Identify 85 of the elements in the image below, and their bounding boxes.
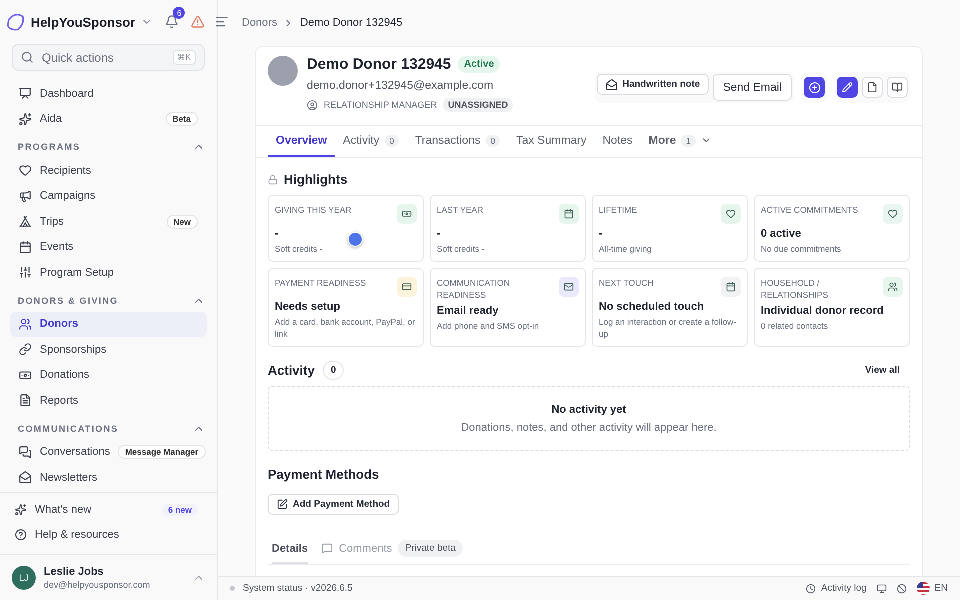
tab[interactable]: Tax Summary	[508, 126, 595, 157]
system-status[interactable]: System status · v2026.6.5	[243, 583, 353, 594]
tab[interactable]: Activity 0	[335, 126, 408, 157]
card-label: GIVING THIS YEAR	[275, 204, 352, 216]
add-payment-method-button[interactable]: Add Payment Method	[268, 494, 400, 515]
handwritten-note-button[interactable]: Handwritten note	[596, 74, 710, 95]
nav-item[interactable]: Donations	[10, 362, 207, 388]
nav-item[interactable]: Dashboard	[10, 81, 207, 106]
card-subtext: Soft credits -	[437, 243, 486, 255]
nav-item[interactable]: Aida Beta	[10, 106, 207, 132]
nav-badge: Beta	[166, 112, 198, 126]
card-value: No scheduled touch	[599, 301, 704, 313]
card-subtext: 0 related contacts	[761, 320, 830, 332]
card-value: 0 active	[761, 228, 802, 240]
card-value: -	[437, 228, 441, 240]
section-title: COMMUNICATIONS	[18, 424, 119, 434]
nav-item[interactable]: Donors	[10, 312, 207, 337]
send-email-button[interactable]: Send Email	[713, 74, 792, 101]
user-name: Leslie Jobs	[44, 566, 105, 578]
card-subtext: All-time giving	[599, 243, 653, 255]
nav-item[interactable]: Recipients	[10, 158, 207, 184]
tab[interactable]: Overview	[268, 126, 336, 157]
card-value: Individual donor record	[761, 305, 884, 317]
manager-value: UNASSIGNED	[443, 98, 514, 112]
card-label: HOUSEHOLD / RELATIONSHIPS	[761, 277, 830, 301]
breadcrumb-current: Demo Donor 132945	[300, 17, 403, 29]
card-value: Needs setup	[275, 301, 340, 313]
nav-item[interactable]: Events	[10, 234, 207, 260]
card-label: NEXT TOUCH	[599, 277, 654, 289]
nav-item[interactable]: Trips New	[10, 209, 207, 234]
tab[interactable]: Comments Private beta	[322, 535, 463, 564]
tab-count: 0	[384, 134, 400, 146]
beta-badge: Private beta	[398, 540, 463, 557]
search-field[interactable]: Quick actions ⌘K	[12, 44, 205, 71]
tab[interactable]: Transactions 0	[407, 126, 508, 157]
tab[interactable]: Details	[272, 535, 308, 564]
card-subtext: Log an interaction or create a follow-up	[599, 316, 738, 340]
section-title: DONORS & GIVING	[18, 296, 119, 306]
brand-name: HelpYouSponsor	[31, 14, 136, 30]
breadcrumb-link[interactable]: Donors	[242, 17, 278, 29]
card-label: ACTIVE COMMITMENTS	[761, 204, 858, 216]
section-title: Activity	[268, 363, 315, 378]
nav-item[interactable]: Conversations Message Manager	[10, 440, 207, 465]
tab-count: 0	[486, 134, 500, 146]
card-label: COMMUNICATION READINESS	[437, 277, 512, 301]
nav-badge: New	[166, 214, 198, 229]
shortcut-key: ⌘K	[172, 50, 196, 65]
new-badge: 6 new	[162, 504, 198, 516]
empty-title: No activity yet	[552, 404, 626, 416]
activity-log-link[interactable]: Activity log	[806, 583, 867, 594]
status-badge: Active	[458, 56, 500, 73]
card-label: PAYMENT READINESS	[275, 277, 366, 289]
section-title: Payment Methods	[268, 467, 380, 482]
nav-item[interactable]: Campaigns	[10, 184, 207, 209]
activity-count: 0	[322, 361, 344, 380]
section-title: PROGRAMS	[18, 142, 81, 152]
nav-item[interactable]: Newsletters	[10, 465, 207, 490]
donor-name: Demo Donor 132945	[307, 56, 452, 73]
card-value: -	[599, 228, 603, 240]
card-subtext: Add a card, bank account, PayPal, or link	[275, 316, 416, 340]
donor-email: demo.donor+132945@example.com	[307, 80, 495, 92]
card-subtext: No due commitments	[761, 243, 842, 255]
nav-item[interactable]: What's new 6 new	[6, 497, 207, 522]
card-label: LIFETIME	[599, 204, 638, 216]
view-all-link[interactable]: View all	[865, 365, 900, 376]
empty-text: Donations, notes, and other activity will appear here.	[461, 422, 717, 434]
nav-item[interactable]: Help & resources	[6, 522, 207, 548]
user-avatar: LJ	[12, 566, 36, 590]
card-value: Email ready	[437, 305, 499, 317]
card-value: -	[275, 228, 279, 240]
tab[interactable]: More 1	[640, 126, 720, 157]
nav-item[interactable]: Sponsorships	[10, 337, 207, 362]
language-selector[interactable]: EN	[916, 582, 948, 595]
section-title: Highlights	[284, 172, 348, 187]
tab-count: 1	[681, 134, 696, 146]
nav-badge: Message Manager	[118, 445, 206, 460]
card-subtext: Add phone and SMS opt-in	[437, 320, 540, 332]
tab[interactable]: Notes	[594, 126, 641, 157]
notification-count: 6	[173, 7, 186, 19]
user-email: dev@helpyousponsor.com	[44, 580, 150, 590]
manager-label: RELATIONSHIP MANAGER	[324, 100, 438, 110]
nav-item[interactable]: Reports	[10, 388, 207, 414]
nav-item[interactable]: Program Setup	[10, 260, 207, 286]
card-label: LAST YEAR	[437, 204, 484, 216]
card-subtext: Soft credits -	[275, 243, 324, 255]
